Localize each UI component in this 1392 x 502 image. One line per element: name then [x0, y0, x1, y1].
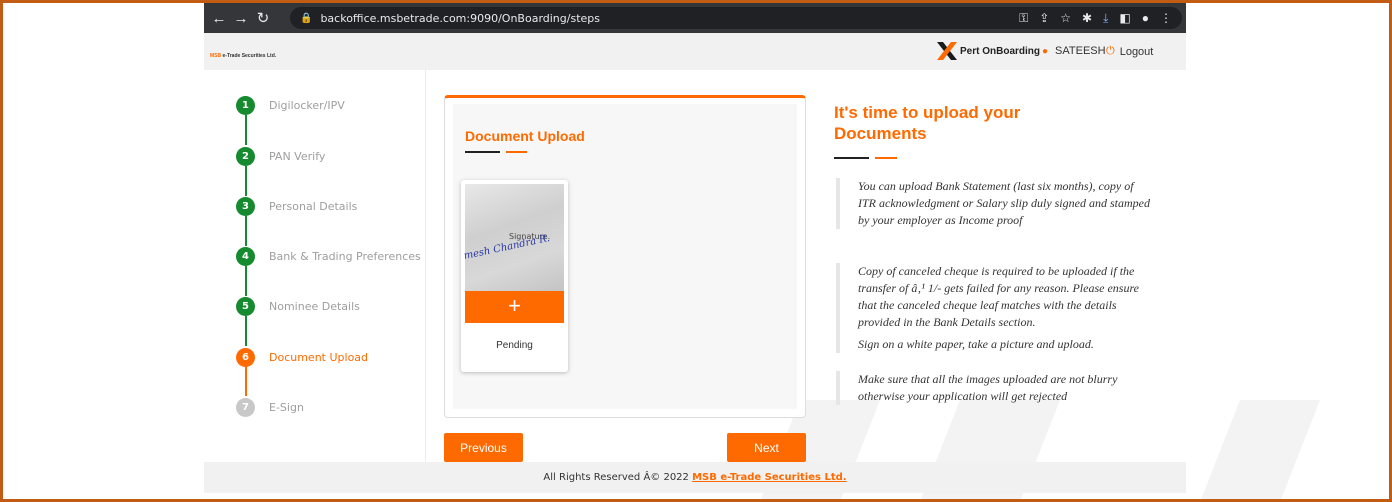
document-upload-card: Document Upload Signature. mesh Chandra …	[444, 95, 806, 418]
step-label: Document Upload	[269, 351, 369, 364]
document-preview[interactable]: Signature. mesh Chandra R.	[462, 184, 564, 291]
menu-icon[interactable]: ⋮	[1160, 11, 1172, 26]
url-text: backoffice.msbetrade.com:9090/OnBoarding…	[320, 11, 600, 25]
x-logo-icon	[937, 42, 957, 60]
step-number: 7	[236, 398, 255, 417]
card-body: Document Upload Signature. mesh Chandra …	[453, 104, 797, 409]
sidepanel-icon[interactable]: ◧	[1119, 11, 1130, 26]
footer-text: All Rights Reserved Â© 2022	[543, 472, 693, 483]
note-text: You can upload Bank Statement (last six …	[858, 179, 1150, 227]
previous-button[interactable]: Previous	[444, 433, 523, 462]
step-nominee-details[interactable]: 5 Nominee Details	[236, 297, 360, 316]
step-label: Digilocker/IPV	[269, 99, 345, 112]
step-connector	[245, 366, 247, 396]
note-text: Copy of canceled cheque is required to b…	[858, 264, 1140, 329]
card-title: Document Upload	[465, 128, 585, 144]
download-icon[interactable]: ⤓	[1103, 11, 1108, 26]
step-digilocker[interactable]: 1 Digilocker/IPV	[236, 96, 345, 115]
note-text: Sign on a white paper, take a picture an…	[858, 337, 1094, 351]
star-icon[interactable]: ☆	[1060, 11, 1071, 26]
reload-icon[interactable]: ↻	[252, 9, 274, 27]
add-document-button[interactable]: +	[465, 291, 564, 323]
step-number: 6	[236, 348, 255, 367]
user-name: SATEESH	[1055, 45, 1106, 57]
lock-icon: 🔒	[300, 12, 313, 24]
step-pan-verify[interactable]: 2 PAN Verify	[236, 147, 325, 166]
step-connector	[245, 115, 247, 145]
document-tile: Signature. mesh Chandra R. + Pending	[461, 180, 568, 372]
document-status: Pending	[496, 340, 533, 351]
note-blurry: Make sure that all the images uploaded a…	[836, 371, 1154, 405]
key-icon[interactable]: ⚿	[1019, 11, 1028, 26]
step-number: 4	[236, 247, 255, 266]
step-label: Personal Details	[269, 200, 358, 213]
brand-logo[interactable]: MSB e-Trade Securities Ltd.	[210, 53, 276, 59]
info-title: It's time to upload your Documents	[834, 103, 1021, 143]
step-label: E-Sign	[269, 401, 304, 414]
step-document-upload[interactable]: 6 Document Upload	[236, 348, 368, 367]
app-header: MSB e-Trade Securities Ltd. Pert OnBoard…	[204, 33, 1186, 70]
user-icon: ●	[1042, 45, 1049, 57]
address-bar[interactable]: 🔒 backoffice.msbetrade.com:9090/OnBoardi…	[290, 7, 1182, 29]
share-icon[interactable]: ⇪	[1039, 11, 1049, 26]
step-number: 5	[236, 297, 255, 316]
forward-icon[interactable]: →	[230, 10, 252, 27]
footer-link[interactable]: MSB e-Trade Securities Ltd.	[692, 472, 846, 483]
step-number: 3	[236, 197, 255, 216]
logout-link[interactable]: ⏻ Logout	[1106, 45, 1153, 58]
info-underline	[834, 157, 869, 159]
step-number: 2	[236, 147, 255, 166]
step-connector	[245, 166, 247, 196]
puzzle-icon[interactable]: ✱	[1082, 11, 1092, 26]
note-income-proof: You can upload Bank Statement (last six …	[836, 178, 1154, 229]
note-text: Make sure that all the images uploaded a…	[858, 372, 1118, 403]
step-personal-details[interactable]: 3 Personal Details	[236, 197, 357, 216]
product-logo: Pert OnBoarding	[936, 41, 1040, 61]
step-bank-trading[interactable]: 4 Bank & Trading Preferences	[236, 247, 421, 266]
browser-toolbar: ← → ↻ 🔒 backoffice.msbetrade.com:9090/On…	[204, 3, 1186, 33]
browser-extensions: ⚿ ⇪ ☆ ✱ ⤓ ◧ ● ⋮	[1019, 11, 1172, 26]
onboarding-stepper: 1 Digilocker/IPV 2 PAN Verify 3 Personal…	[204, 70, 426, 462]
info-underline-accent	[875, 157, 897, 159]
back-icon[interactable]: ←	[208, 10, 230, 27]
step-connector	[245, 266, 247, 296]
step-connector	[245, 316, 247, 346]
title-underline	[465, 151, 500, 153]
step-esign[interactable]: 7 E-Sign	[236, 398, 304, 417]
step-number: 1	[236, 96, 255, 115]
title-underline-accent	[506, 151, 527, 153]
step-label: PAN Verify	[269, 150, 326, 163]
profile-icon[interactable]: ●	[1142, 11, 1149, 26]
step-label: Nominee Details	[269, 300, 360, 313]
logout-label: Logout	[1119, 45, 1154, 58]
next-button[interactable]: Next	[727, 433, 806, 462]
user-menu[interactable]: ● SATEESH	[1042, 45, 1106, 57]
power-icon: ⏻	[1106, 45, 1115, 57]
step-connector	[245, 216, 247, 246]
footer: All Rights Reserved Â© 2022 MSB e-Trade …	[204, 462, 1186, 493]
handwritten-signature: mesh Chandra R.	[462, 233, 551, 262]
note-cheque: Copy of canceled cheque is required to b…	[836, 263, 1154, 353]
step-label: Bank & Trading Preferences	[269, 250, 421, 263]
product-name: Pert OnBoarding	[960, 45, 1041, 57]
